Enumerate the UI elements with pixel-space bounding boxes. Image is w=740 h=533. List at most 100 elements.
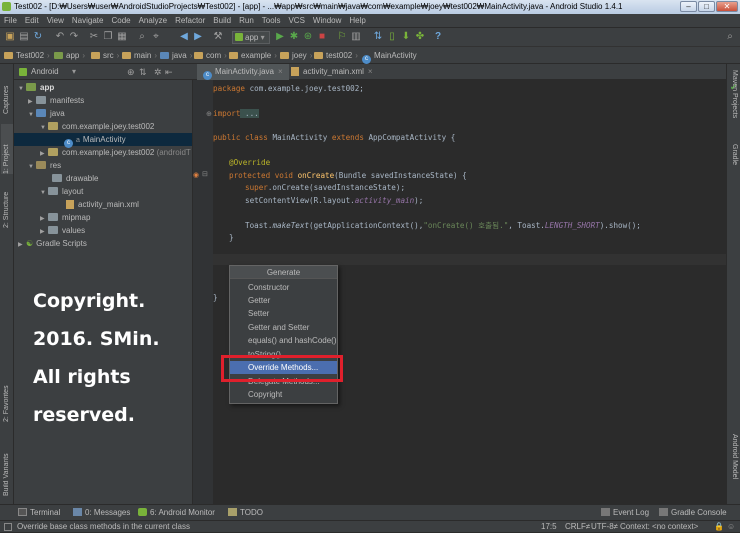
generate-getter[interactable]: Getter <box>230 294 337 307</box>
fold-marker-icon[interactable]: ⊟ <box>202 170 208 178</box>
tree-item-manifests[interactable]: ▶ manifests <box>28 94 84 107</box>
generate-constructor[interactable]: Constructor <box>230 281 337 294</box>
expanded-arrow-icon[interactable]: ▼ <box>28 109 36 122</box>
event-log-tab[interactable]: Event Log <box>601 505 649 521</box>
tree-item-mainactivity[interactable]: c a MainActivity <box>14 133 192 148</box>
copy-icon[interactable]: ❐ <box>102 31 114 43</box>
messages-tab[interactable]: 0: Messages <box>73 505 130 521</box>
help-icon[interactable]: ? <box>432 31 444 43</box>
close-button[interactable]: ✕ <box>716 1 738 12</box>
build-variants-tab[interactable]: Build Variants <box>1 440 13 496</box>
breadcrumb-com[interactable]: com › <box>194 47 227 64</box>
breadcrumb-project[interactable]: Test002 › <box>4 47 50 64</box>
search-everywhere-icon[interactable]: ⌕ <box>724 31 736 43</box>
debug-icon[interactable]: ✱ <box>288 31 300 43</box>
tree-item-gradle-scripts[interactable]: ▶ ☯ Gradle Scripts <box>18 237 87 250</box>
project-structure-icon[interactable]: ▥ <box>350 31 362 43</box>
breadcrumb-mainactivity[interactable]: c MainActivity <box>362 47 417 64</box>
maximize-button[interactable]: □ <box>698 1 715 12</box>
tree-item-drawable[interactable]: drawable <box>52 172 98 185</box>
expanded-arrow-icon[interactable]: ▼ <box>28 161 36 174</box>
override-marker-icon[interactable]: ◉ <box>193 171 199 179</box>
undo-icon[interactable]: ↶ <box>54 31 66 43</box>
breadcrumb-test002[interactable]: test002 › <box>314 47 358 64</box>
back-icon[interactable]: ◀ <box>178 31 190 43</box>
gradle-sync-icon[interactable]: ⇅ <box>372 31 384 43</box>
sync-scroll-icon[interactable]: ⊕ <box>127 64 135 80</box>
gradle-console-tab[interactable]: Gradle Console <box>659 505 727 521</box>
menu-run[interactable]: Run <box>235 14 258 28</box>
avd-manager-icon[interactable]: ▯ <box>386 31 398 43</box>
menu-code[interactable]: Code <box>107 14 134 28</box>
project-view-selector[interactable]: Android <box>31 64 59 80</box>
caret-position[interactable]: 17:5 <box>541 521 557 533</box>
redo-icon[interactable]: ↷ <box>68 31 80 43</box>
generate-getter-setter[interactable]: Getter and Setter <box>230 321 337 334</box>
settings-gear-icon[interactable]: ✲ <box>154 64 162 80</box>
menu-help[interactable]: Help <box>345 14 369 28</box>
project-tab[interactable]: 1: Project <box>1 124 13 174</box>
fold-marker-icon[interactable]: ⊕ <box>206 110 212 118</box>
attach-debugger-icon[interactable]: ⊛ <box>302 31 314 43</box>
tab-activity-main-xml[interactable]: activity_main.xml × <box>285 64 379 80</box>
android-model-tab[interactable]: Android Model <box>728 434 740 498</box>
tree-item-layout[interactable]: ▼ layout <box>40 185 83 198</box>
tree-item-java[interactable]: ▼ java <box>28 107 65 120</box>
breadcrumb-java[interactable]: java › <box>160 47 192 64</box>
find-icon[interactable]: ⌕ <box>136 31 148 43</box>
generate-equals-hashcode[interactable]: equals() and hashCode() <box>230 334 337 347</box>
gradle-tab[interactable]: Gradle <box>728 144 740 184</box>
expanded-arrow-icon[interactable]: ▼ <box>18 83 26 96</box>
chevron-down-icon[interactable]: ▾ <box>72 64 76 80</box>
context-indicator[interactable]: Context: <no context> <box>620 521 698 533</box>
save-all-icon[interactable]: ▤ <box>18 31 30 43</box>
menu-navigate[interactable]: Navigate <box>68 14 108 28</box>
tree-item-res[interactable]: ▼ res <box>28 159 61 172</box>
run-config-dropdown[interactable]: app ▾ <box>232 31 270 44</box>
close-tab-icon[interactable]: × <box>278 67 283 76</box>
tab-mainactivity-java[interactable]: c MainActivity.java × <box>197 64 289 80</box>
run-icon[interactable]: ▶ <box>274 31 286 43</box>
menu-edit[interactable]: Edit <box>21 14 43 28</box>
android-monitor-icon[interactable]: ✤ <box>414 31 426 43</box>
menu-refactor[interactable]: Refactor <box>171 14 209 28</box>
cut-icon[interactable]: ✂ <box>88 31 100 43</box>
sdk-manager-icon[interactable]: ⬇ <box>400 31 412 43</box>
tree-item-activity-main-xml[interactable]: activity_main.xml <box>66 198 139 211</box>
breadcrumb-main[interactable]: main › <box>122 47 157 64</box>
tree-item-values[interactable]: ▶ values <box>40 224 85 237</box>
tree-item-app[interactable]: ▼ app <box>18 81 54 94</box>
android-device-monitor-icon[interactable]: ⚐ <box>336 31 348 43</box>
favorites-tab[interactable]: 2: Favorites <box>1 376 13 422</box>
menu-analyze[interactable]: Analyze <box>135 14 171 28</box>
collapsed-arrow-icon[interactable]: ▶ <box>40 148 48 159</box>
menu-view[interactable]: View <box>43 14 68 28</box>
tree-item-package-androidtest[interactable]: ▶ com.example.joey.test002 (androidT <box>40 146 192 159</box>
forward-icon[interactable]: ▶ <box>192 31 204 43</box>
breadcrumb-app[interactable]: app › <box>54 47 85 64</box>
file-encoding[interactable]: UTF-8≠ <box>591 521 618 533</box>
line-separator[interactable]: CRLF≠ <box>565 521 590 533</box>
generate-copyright[interactable]: Copyright <box>230 388 337 401</box>
replace-icon[interactable]: ⌖ <box>150 31 162 43</box>
captures-tab[interactable]: Captures <box>1 70 13 114</box>
breadcrumb-src[interactable]: src › <box>91 47 119 64</box>
terminal-tab[interactable]: Terminal <box>18 505 60 521</box>
minimize-button[interactable]: – <box>680 1 697 12</box>
menu-tools[interactable]: Tools <box>258 14 285 28</box>
generate-setter[interactable]: Setter <box>230 307 337 320</box>
maven-projects-tab[interactable]: Maven Projects <box>728 70 740 134</box>
open-folder-icon[interactable]: ▣ <box>4 31 16 43</box>
breadcrumb-example[interactable]: example › <box>229 47 277 64</box>
collapsed-arrow-icon[interactable]: ▶ <box>18 239 26 252</box>
expanded-arrow-icon[interactable]: ▼ <box>40 187 48 200</box>
tree-item-package[interactable]: ▼ com.example.joey.test002 <box>40 120 154 133</box>
make-project-icon[interactable]: ⚒ <box>212 31 224 43</box>
structure-tab[interactable]: 2: Structure <box>1 180 13 228</box>
android-monitor-tab[interactable]: 6: Android Monitor <box>138 505 215 521</box>
tree-item-mipmap[interactable]: ▶ mipmap <box>40 211 90 224</box>
menu-window[interactable]: Window <box>309 14 345 28</box>
stop-icon[interactable]: ■ <box>316 31 328 43</box>
menu-file[interactable]: File <box>0 14 21 28</box>
breadcrumb-joey[interactable]: joey › <box>280 47 312 64</box>
